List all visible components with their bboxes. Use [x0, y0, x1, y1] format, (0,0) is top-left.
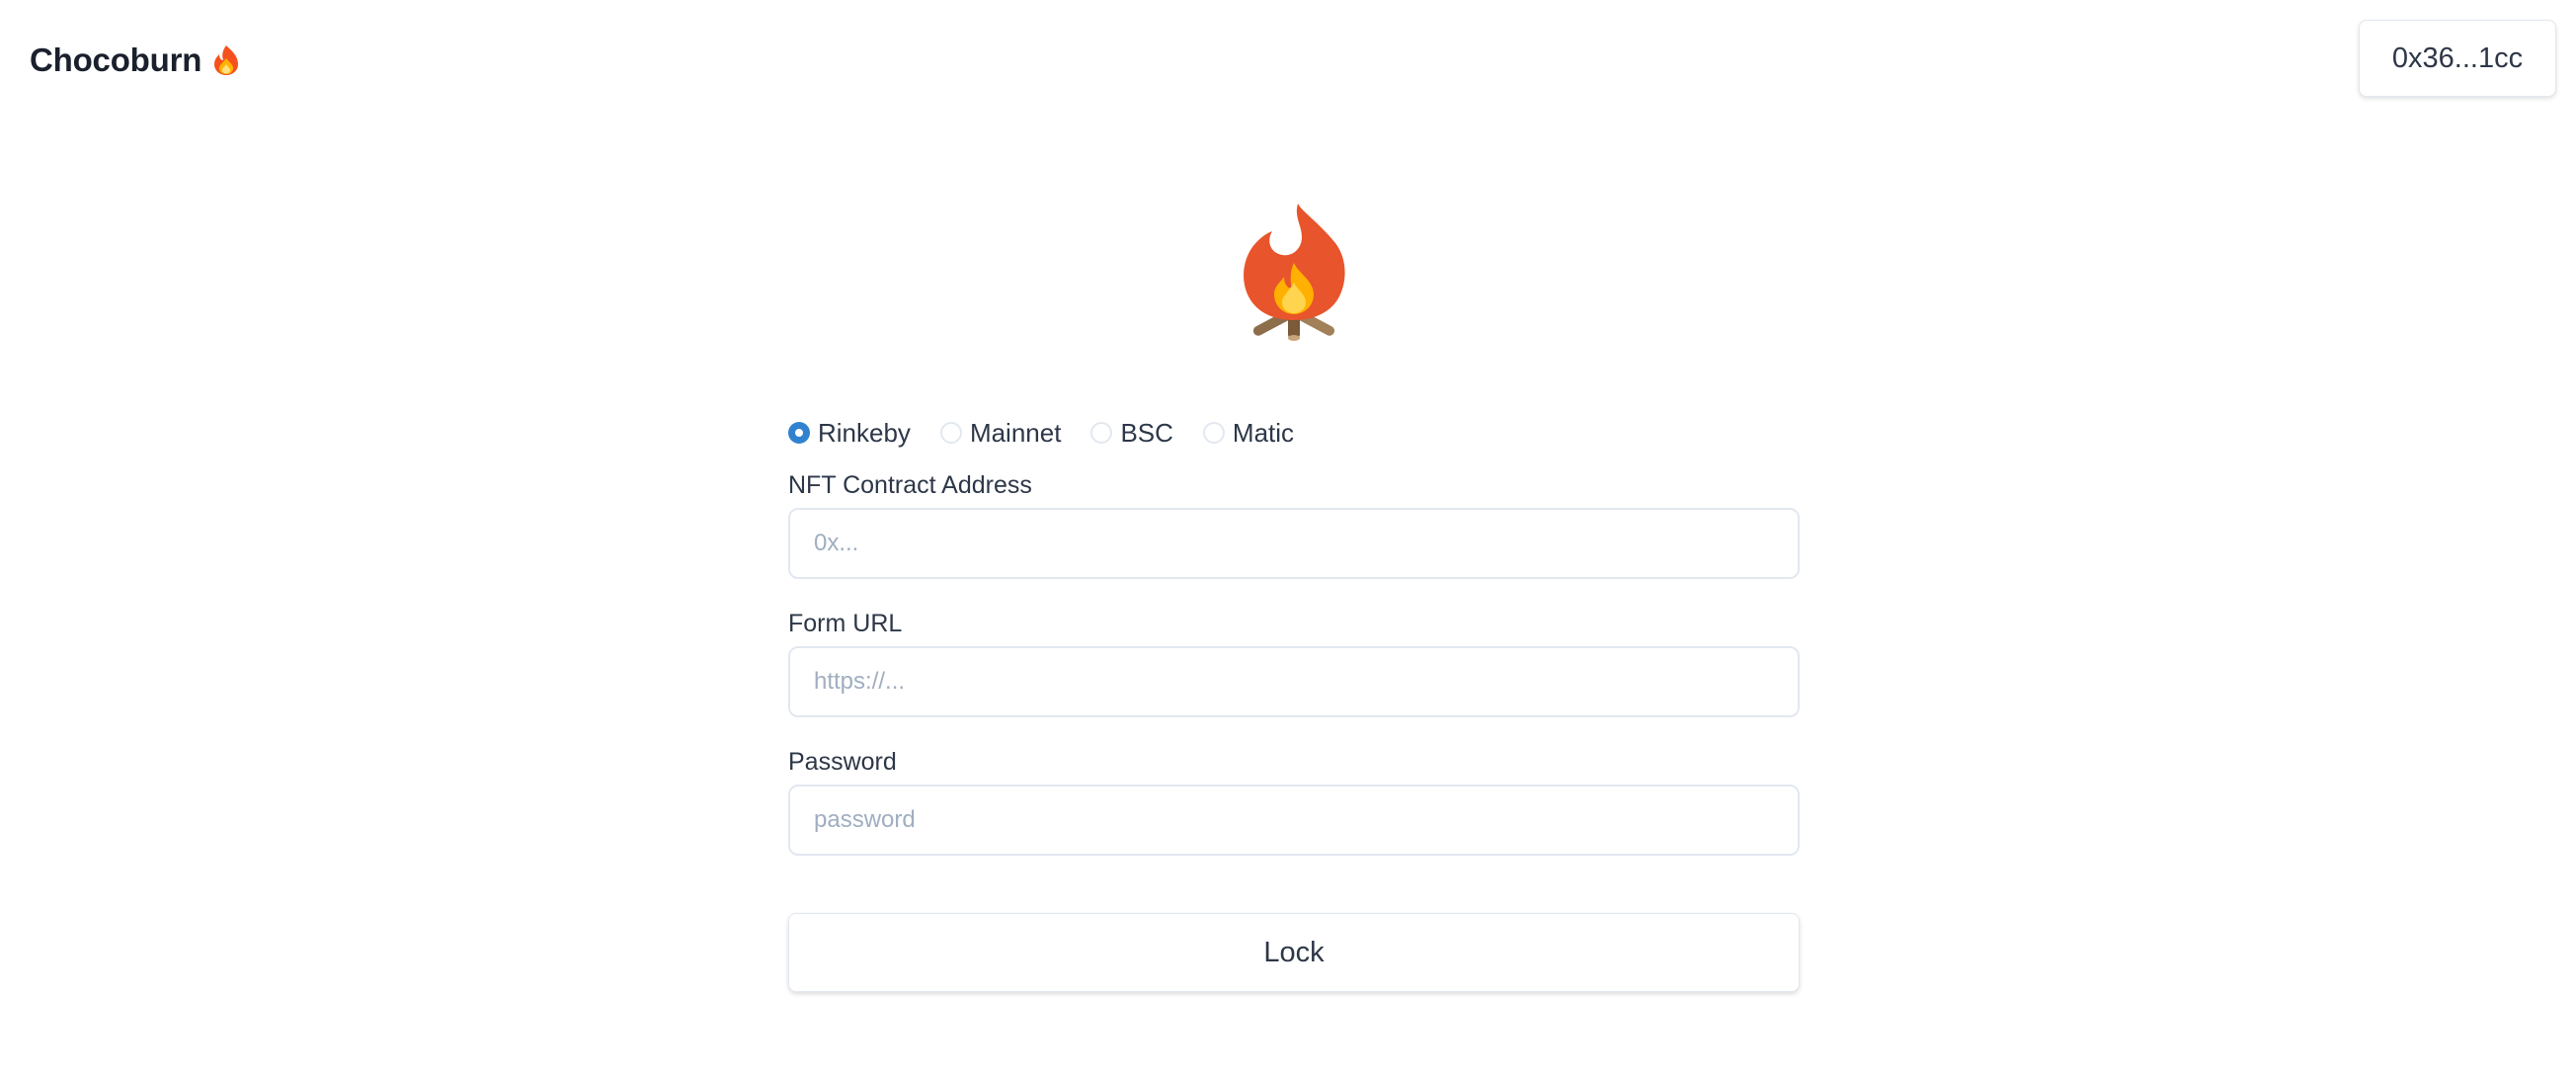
contract-address-label: NFT Contract Address	[788, 471, 1032, 499]
contract-address-input[interactable]	[788, 508, 1800, 579]
wallet-address-button[interactable]: 0x36...1cc	[2359, 20, 2556, 97]
radio-unchecked-icon[interactable]	[1202, 422, 1225, 444]
radio-unchecked-icon[interactable]	[939, 422, 962, 444]
brand-title: Chocoburn	[30, 42, 202, 78]
brand: Chocoburn	[30, 36, 241, 85]
network-option-mainnet[interactable]: Mainnet	[939, 417, 1062, 449]
password-input[interactable]	[788, 785, 1800, 856]
network-option-rinkeby[interactable]: Rinkeby	[788, 418, 911, 449]
radio-checked-icon[interactable]	[788, 422, 810, 444]
network-option-bsc[interactable]: BSC	[1090, 417, 1173, 449]
network-label: Mainnet	[969, 417, 1062, 448]
network-option-matic[interactable]: Matic	[1202, 417, 1295, 449]
form-url-input[interactable]	[788, 646, 1800, 717]
campfire-icon	[1244, 204, 1345, 341]
password-label: Password	[788, 748, 897, 776]
lock-form: Rinkeby Mainnet BSC Matic NFT Contract A…	[788, 415, 1800, 856]
network-selector: Rinkeby Mainnet BSC Matic	[788, 415, 1800, 451]
network-label: Matic	[1232, 417, 1295, 448]
radio-unchecked-icon[interactable]	[1090, 422, 1113, 444]
fire-icon	[214, 45, 239, 75]
network-label: Rinkeby	[818, 417, 911, 448]
lock-button[interactable]: Lock	[788, 913, 1800, 992]
network-label: BSC	[1120, 417, 1173, 448]
app-page: Chocoburn 0x36...1cc Rinkeby Mainnet BSC…	[0, 0, 2576, 1079]
form-url-label: Form URL	[788, 610, 903, 637]
